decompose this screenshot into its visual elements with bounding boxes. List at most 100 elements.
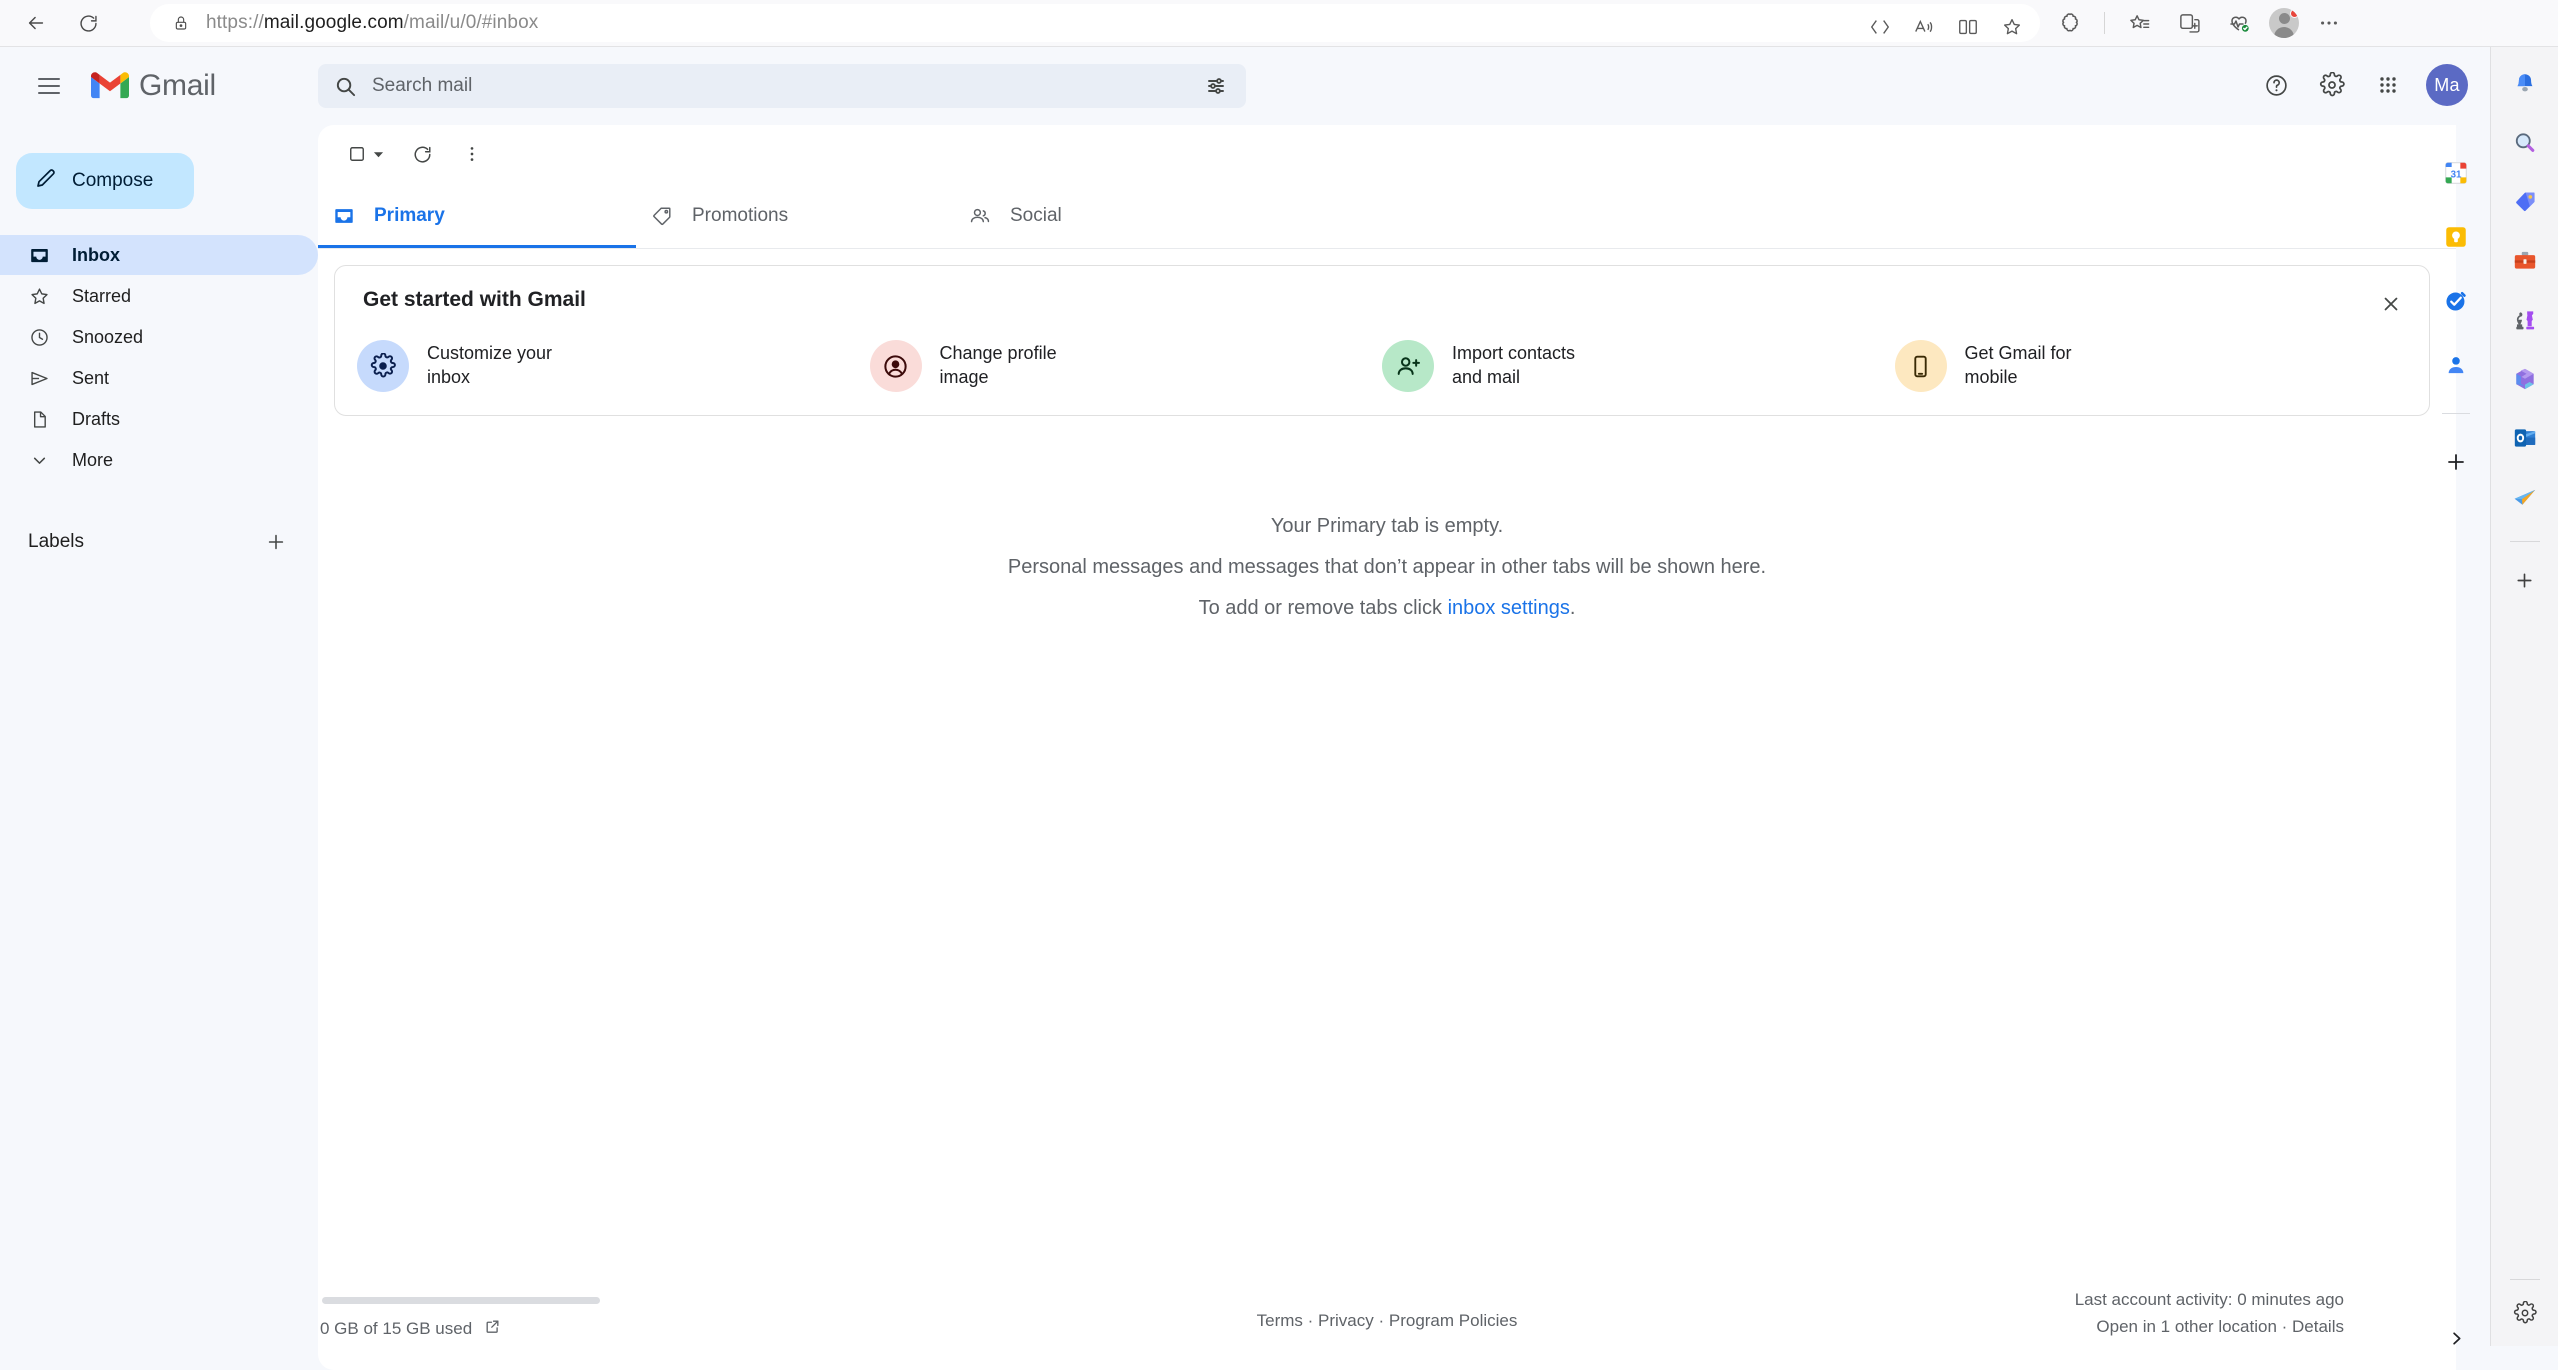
sidebar-item-sent[interactable]: Sent — [0, 358, 318, 398]
tab-label: Promotions — [692, 204, 789, 226]
more-options-icon[interactable] — [450, 132, 494, 176]
add-sidebar-app-icon[interactable] — [2504, 559, 2546, 601]
get-started-items: Customize your inbox Change profile imag… — [357, 340, 2407, 392]
sidebar-settings-gear-icon[interactable] — [2504, 1292, 2546, 1334]
google-calendar-icon[interactable]: 31 — [2436, 153, 2476, 193]
refresh-button[interactable] — [62, 0, 114, 46]
search-icon — [334, 75, 360, 98]
search-options-icon[interactable] — [1204, 74, 1230, 98]
label-line1: Import contacts — [1452, 343, 1576, 364]
account-circle-icon — [869, 340, 922, 392]
external-link-icon[interactable] — [484, 1318, 501, 1340]
phone-icon — [1894, 340, 1947, 392]
mail-list-panel: Primary Promotions Social Get started wi… — [318, 125, 2456, 1370]
tab-social[interactable]: Social — [954, 183, 1272, 248]
account-avatar[interactable]: Ma — [2426, 64, 2468, 106]
settings-more-icon[interactable] — [2309, 3, 2349, 43]
account-activity: Last account activity: 0 minutes ago Ope… — [2075, 1286, 2344, 1340]
inbox-settings-link[interactable]: inbox settings — [1448, 597, 1570, 619]
split-screen-icon[interactable] — [1860, 7, 1900, 47]
legal-links[interactable]: Terms · Privacy · Program Policies — [1257, 1311, 1518, 1331]
browser-health-icon[interactable] — [2219, 3, 2259, 43]
gmail-wordmark: Gmail — [139, 69, 216, 102]
gear-icon — [357, 340, 409, 392]
sidebar-item-inbox[interactable]: Inbox — [0, 235, 318, 275]
get-started-item-label: Import contacts and mail — [1452, 342, 1575, 390]
favorite-star-icon[interactable] — [1992, 7, 2032, 47]
send-icon — [28, 368, 50, 389]
google-contacts-icon[interactable] — [2436, 345, 2476, 385]
inbox-icon — [28, 245, 50, 266]
close-icon[interactable] — [2371, 284, 2411, 324]
tag-icon — [650, 205, 674, 227]
omnibox-actions — [1860, 7, 2032, 47]
draft-icon — [28, 409, 50, 430]
get-started-item-import-contacts[interactable]: Import contacts and mail — [1382, 340, 1895, 392]
gear-icon[interactable] — [2308, 61, 2356, 109]
gmail-logo[interactable]: Gmail — [91, 69, 216, 103]
compose-button[interactable]: Compose — [16, 153, 194, 209]
add-addon-icon[interactable] — [2436, 442, 2476, 482]
google-tasks-icon[interactable] — [2436, 281, 2476, 321]
profile-avatar[interactable] — [2269, 8, 2299, 38]
get-started-item-customize-inbox[interactable]: Customize your inbox — [357, 340, 870, 392]
add-label-icon[interactable] — [258, 524, 294, 560]
expand-side-panel-icon[interactable] — [2438, 1320, 2474, 1356]
search-bar[interactable] — [318, 64, 1246, 108]
google-keep-icon[interactable] — [2436, 217, 2476, 257]
tab-label: Primary — [374, 204, 445, 226]
outlook-icon[interactable] — [2504, 417, 2546, 459]
inbox-tabs: Primary Promotions Social — [318, 183, 2456, 249]
copilot-icon[interactable] — [2050, 3, 2090, 43]
gmail-side-panel: 31 — [2422, 125, 2490, 1370]
games-icon[interactable] — [2504, 299, 2546, 341]
get-started-item-label: Change profile image — [940, 342, 1057, 390]
open-location-line[interactable]: Open in 1 other location · Details — [2075, 1313, 2344, 1340]
microsoft-365-icon[interactable] — [2504, 358, 2546, 400]
notifications-bell-icon[interactable] — [2504, 63, 2546, 105]
empty-description: Personal messages and messages that don’… — [1007, 556, 1767, 578]
sidebar-item-label: More — [72, 449, 114, 470]
search-input[interactable] — [372, 75, 1204, 97]
tools-icon[interactable] — [2504, 240, 2546, 282]
inbox-icon — [332, 205, 356, 227]
pencil-icon — [34, 166, 58, 196]
help-icon[interactable] — [2252, 61, 2300, 109]
sidebar-item-label: Sent — [72, 367, 110, 388]
edge-sidebar-bottom — [2491, 1273, 2558, 1334]
sidebar: Compose Inbox Starred Snoozed Sent Draft… — [0, 125, 318, 1346]
sidebar-item-snoozed[interactable]: Snoozed — [0, 317, 318, 357]
split-view-icon[interactable] — [1948, 7, 1988, 47]
chevron-down-icon — [28, 450, 50, 471]
tab-promotions[interactable]: Promotions — [636, 183, 954, 248]
address-bar[interactable]: https://mail.google.com/mail/u/0/#inbox — [150, 4, 2040, 42]
sidebar-item-starred[interactable]: Starred — [0, 276, 318, 316]
last-activity-line: Last account activity: 0 minutes ago — [2074, 1289, 2344, 1309]
tab-primary[interactable]: Primary — [318, 183, 636, 248]
get-started-item-change-profile-image[interactable]: Change profile image — [869, 340, 1383, 392]
send-paperplane-icon[interactable] — [2504, 476, 2546, 518]
google-apps-icon[interactable] — [2364, 61, 2412, 109]
shopping-tag-icon[interactable] — [2504, 181, 2546, 223]
read-aloud-icon[interactable] — [1904, 7, 1944, 47]
browser-essentials-icon[interactable] — [2169, 3, 2209, 43]
collections-icon[interactable] — [2119, 3, 2159, 43]
sidebar-item-drafts[interactable]: Drafts — [0, 399, 318, 439]
notification-dot — [2290, 9, 2299, 18]
select-all-checkbox[interactable] — [336, 132, 394, 176]
label-line2: inbox — [427, 367, 471, 387]
search-icon[interactable] — [2504, 122, 2546, 164]
get-started-item-gmail-mobile[interactable]: Get Gmail for mobile — [1894, 340, 2408, 392]
sidebar-item-label: Drafts — [72, 408, 121, 429]
main-menu-icon[interactable] — [25, 62, 73, 110]
refresh-icon[interactable] — [400, 132, 444, 176]
header-actions: Ma — [2252, 61, 2468, 109]
label-line1: Get Gmail for — [1964, 343, 2072, 364]
sidebar-nav: Inbox Starred Snoozed Sent Drafts More — [0, 235, 318, 480]
sidebar-item-label: Snoozed — [72, 326, 144, 347]
lock-icon — [166, 15, 196, 31]
browser-toolbar: https://mail.google.com/mail/u/0/#inbox — [0, 0, 2558, 46]
sidebar-item-more[interactable]: More — [0, 440, 318, 480]
edge-sidebar — [2490, 47, 2558, 1346]
back-button[interactable] — [10, 0, 62, 46]
